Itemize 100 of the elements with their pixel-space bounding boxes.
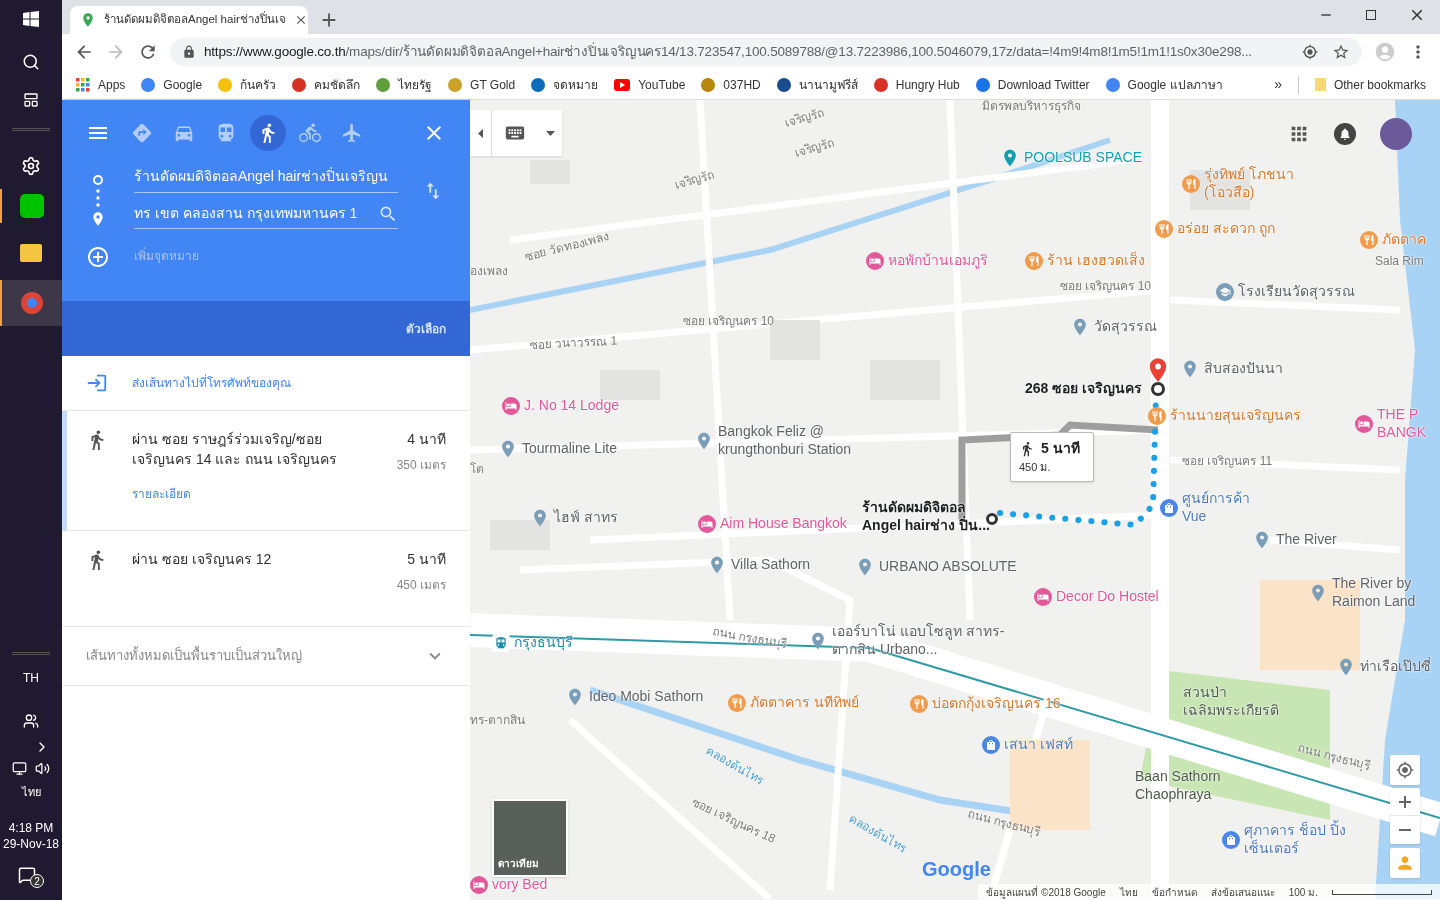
map-label: J. No 14 Lodge: [524, 397, 619, 415]
bed-icon: [502, 397, 520, 415]
map-label: ซอย เจริญนคร 10: [683, 314, 774, 329]
other-bookmarks[interactable]: Other bookmarks: [1314, 75, 1426, 94]
restore-icon[interactable]: [1366, 10, 1376, 20]
map-label: โรงเรียนวัดสุวรรณ: [1238, 283, 1355, 301]
browser-tab[interactable]: ร้านดัดผมดิจิตอลAngel hairช่างปิ่นเจ: [70, 6, 308, 34]
bookmark[interactable]: ก้นครัว: [218, 75, 277, 94]
lock-icon: [182, 45, 196, 59]
reload-icon[interactable]: [138, 42, 158, 62]
satellite-label: ดาวเทียม: [498, 857, 539, 871]
address-bar[interactable]: https://www.google.co.th/maps/dir/ร้านดัดผมดิจิตอลAngel+hairช่างปิ่นเจริญนคร14/13.723547,100.5089788/@13.7223986,100.5046079,17z/data=!4m9!4m8!1m5!1m1!1s0x30e298...: [170, 38, 1362, 66]
map-label: Villa Sathorn: [731, 556, 811, 574]
map-footer-link[interactable]: ไทย: [1119, 884, 1138, 900]
map-label: ศุภาคาร ช็อป ปิ้งเซ็นเตอร์: [1244, 822, 1347, 857]
chat-app-icon[interactable]: [20, 194, 44, 218]
location-icon: [1396, 761, 1414, 779]
clock-time[interactable]: 4:18 PM: [8, 820, 54, 836]
speaker-icon[interactable]: [35, 760, 50, 776]
map-label: ศูนย์การค้า Vue: [1182, 490, 1251, 525]
map-label: ซอย เจริญนคร 11: [1182, 454, 1273, 469]
bookmark[interactable]: คมชัดลึก: [292, 75, 361, 94]
site-icon: [873, 77, 888, 92]
notification-center-icon[interactable]: [18, 866, 36, 884]
map-label: วัดสุวรรณ: [1094, 318, 1157, 336]
destination-field[interactable]: ทร เขต คลองสาน กรุงเทพมหานคร 1: [134, 199, 398, 229]
star-icon[interactable]: [1332, 43, 1350, 61]
restaurant-icon: [728, 694, 746, 712]
bookmark[interactable]: Hungry Hub: [873, 75, 960, 94]
shopping-bag-icon: [982, 736, 1000, 754]
bookmark[interactable]: GT Gold: [448, 75, 516, 94]
bed-icon: [866, 252, 884, 270]
search-icon[interactable]: [22, 53, 40, 71]
map-label: ท่าเรือเป๊ปซี่: [1360, 658, 1431, 676]
minus-icon: [1399, 829, 1411, 831]
notification-count: 2: [30, 874, 44, 888]
language-indicator[interactable]: TH: [23, 668, 39, 687]
site-icon: [218, 77, 233, 92]
site-icon: [141, 77, 156, 92]
destination-pin-icon: [90, 211, 106, 227]
bookmark[interactable]: จดหมาย: [531, 75, 599, 94]
site-icon: [531, 77, 546, 92]
input-method-indicator[interactable]: ไทย: [21, 783, 41, 800]
send-to-device-icon[interactable]: [86, 372, 108, 394]
map-label: THE P BANGK: [1377, 406, 1427, 441]
bookmark[interactable]: Google: [141, 75, 203, 94]
site-icon: [776, 77, 791, 92]
map-label: เจริญรัถ: [673, 167, 716, 193]
browser-icon[interactable]: [21, 292, 43, 314]
network-icon[interactable]: [12, 760, 27, 776]
add-destination-field[interactable]: เพิ่มจุดหมาย: [134, 245, 398, 267]
map-footer-link[interactable]: ข้อกำหนด: [1151, 884, 1197, 900]
map-label: The River: [1276, 531, 1337, 549]
apps-grid-icon: [76, 77, 90, 92]
restaurant-icon: [1148, 407, 1166, 425]
bookmark[interactable]: ไทยรัฐ: [376, 75, 433, 94]
map-label: 268 ซอย เจริญนคร: [1025, 380, 1143, 398]
bookmark[interactable]: 037HD: [701, 75, 761, 94]
map-label: Ideo Mobi Sathorn: [589, 688, 704, 706]
map-footer-link[interactable]: ส่งข้อเสนอแนะ: [1210, 884, 1275, 900]
avatar[interactable]: [1380, 118, 1412, 150]
origin-field[interactable]: ร้านดัดผมดิจิตอลAngel hairช่างปิ่นเจริญน: [134, 163, 398, 193]
map-label: รุ่งทิพย์ โภชนา (โอวสือ): [1204, 166, 1295, 201]
route-description: ผ่าน ซอย ราษฎร์ร่วมเจริญ/ซอย เจริญนคร 14 และ ถนน เจริญนคร: [132, 430, 339, 469]
restaurant-icon: [1155, 220, 1173, 238]
graduation-cap-icon: [1216, 283, 1234, 301]
people-icon[interactable]: [23, 712, 39, 729]
bookmark[interactable]: Download Twitter: [975, 75, 1090, 94]
site-icon: [975, 77, 990, 92]
notifications-button[interactable]: [1334, 123, 1356, 145]
clock-date[interactable]: 29-Nov-18: [3, 836, 59, 852]
my-location-button[interactable]: [1390, 755, 1420, 785]
travel-mode-tab[interactable]: [250, 115, 286, 151]
send-to-phone-link[interactable]: ส่งเส้นทางไปที่โทรศัพท์ของคุณ: [132, 374, 291, 392]
location-icon[interactable]: [1302, 44, 1318, 60]
route-info-card[interactable]: 5 นาที 450 ม.: [1010, 432, 1094, 482]
satellite-toggle[interactable]: ดาวเทียม: [492, 799, 568, 877]
bookmark[interactable]: YouTube: [614, 75, 686, 94]
elevation-note: เส้นทางทั้งหมดเป็นพื้นราบเป็นส่วนใหญ่: [86, 646, 302, 666]
map-pin-icon: [80, 12, 96, 28]
bookmark[interactable]: Google แปลภาษา: [1105, 75, 1223, 94]
settings-icon[interactable]: [21, 156, 41, 176]
bicycle-icon: [299, 122, 321, 144]
map-label: หอพักบ้านเอมภูริ: [888, 252, 988, 270]
bookmark[interactable]: นานามูฟรีส์: [776, 75, 858, 94]
bookmarks-overflow[interactable]: »: [1274, 74, 1282, 95]
options-link[interactable]: ตัวเลือก: [406, 319, 446, 338]
restaurant-icon: [1182, 174, 1200, 193]
windows-logo-icon[interactable]: [23, 11, 39, 27]
bell-icon: [1338, 127, 1352, 141]
map-label: เจริญรัถ: [793, 135, 836, 161]
map-label: องเพลง: [470, 264, 508, 279]
task-view-icon[interactable]: [23, 92, 39, 108]
site-icon: [376, 77, 391, 92]
details-link[interactable]: รายละเอียด: [132, 485, 397, 503]
map-label: ภัตตาค: [1382, 231, 1426, 249]
restaurant-icon: [1360, 231, 1378, 249]
map-label: Bangkok Feliz @ krungthonburi Station: [718, 423, 853, 458]
bookmark[interactable]: Apps: [76, 75, 126, 94]
map-label: Baan Sathorn Chaophraya: [1135, 768, 1222, 803]
